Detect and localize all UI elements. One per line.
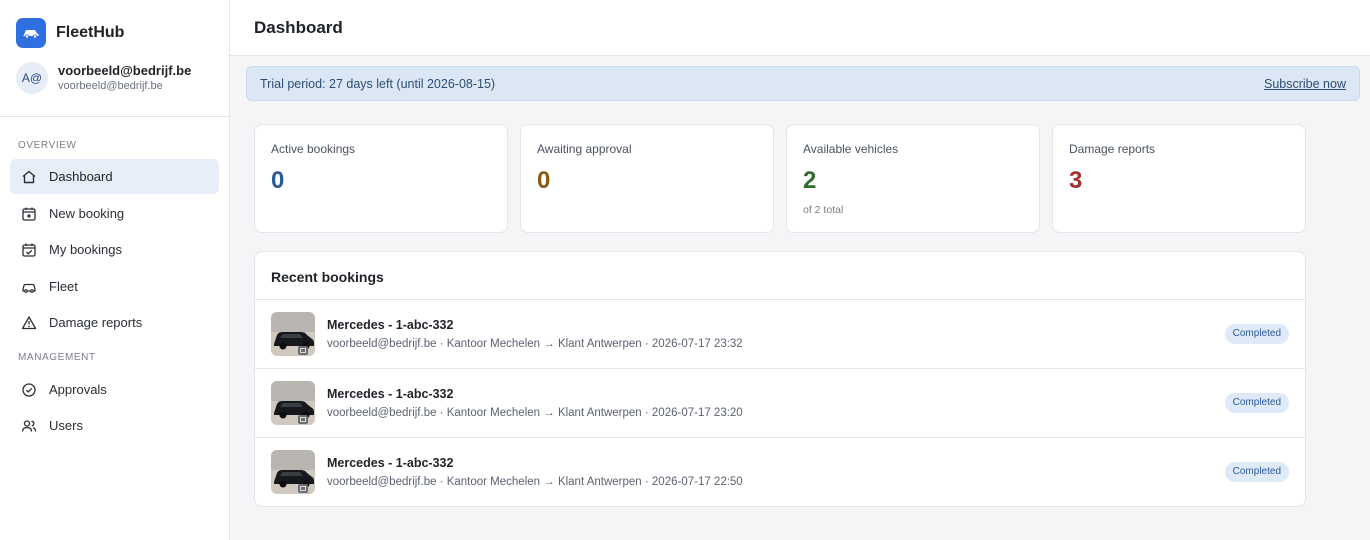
user-email: voorbeeld@bedrijf.be	[58, 80, 163, 92]
warning-icon	[21, 315, 37, 329]
status-badge: Completed	[1224, 324, 1289, 344]
stat-label: Awaiting approval	[537, 142, 632, 156]
stat-value: 3	[1069, 167, 1083, 194]
subscribe-link[interactable]: Subscribe now	[1264, 77, 1346, 91]
sidebar-item-new-booking[interactable]: New booking	[10, 196, 219, 231]
sidebar-item-label: Users	[49, 418, 83, 433]
trial-text: Trial period: 27 days left (until 2026-0…	[260, 77, 496, 91]
recent-bookings-card: Recent bookings Mercedes - 1-abc-332 voo…	[254, 251, 1306, 507]
booking-row[interactable]: Mercedes - 1-abc-332 voorbeeld@bedrijf.b…	[255, 438, 1305, 506]
calendar-plus-icon	[22, 207, 36, 221]
nav-section-management: MANAGEMENT	[18, 352, 96, 363]
stat-value: 0	[271, 167, 285, 194]
stat-sub: of 2 total	[803, 204, 844, 216]
booking-row[interactable]: Mercedes - 1-abc-332 voorbeeld@bedrijf.b…	[255, 300, 1305, 369]
status-badge: Completed	[1224, 462, 1289, 482]
calendar-check-icon	[22, 243, 36, 257]
sidebar-divider	[0, 116, 229, 117]
recent-bookings-title: Recent bookings	[271, 269, 384, 285]
sidebar-item-dashboard[interactable]: Dashboard	[10, 159, 219, 194]
sidebar-item-approvals[interactable]: Approvals	[10, 372, 219, 407]
sidebar-item-fleet[interactable]: Fleet	[10, 269, 219, 304]
user-profile[interactable]: A@ voorbeeld@bedrijf.be voorbeeld@bedrij…	[16, 62, 191, 94]
user-name: voorbeeld@bedrijf.be	[58, 63, 192, 78]
car-icon	[16, 18, 46, 48]
sidebar-item-label: Approvals	[49, 382, 107, 397]
page-title: Dashboard	[254, 18, 343, 37]
sidebar-item-damage-reports[interactable]: Damage reports	[10, 305, 219, 340]
booking-row[interactable]: Mercedes - 1-abc-332 voorbeeld@bedrijf.b…	[255, 369, 1305, 438]
users-icon	[21, 419, 37, 432]
booking-meta: voorbeeld@bedrijf.be · Kantoor Mechelen …	[327, 407, 743, 419]
sidebar-item-label: Dashboard	[49, 169, 113, 184]
avatar: A@	[16, 62, 48, 94]
home-icon	[22, 170, 36, 183]
vehicle-thumbnail	[271, 450, 315, 494]
stat-label: Active bookings	[271, 142, 356, 156]
booking-meta: voorbeeld@bedrijf.be · Kantoor Mechelen …	[327, 338, 743, 350]
nav-section-overview: OVERVIEW	[18, 140, 77, 151]
sidebar: FleetHub A@ voorbeeld@bedrijf.be voorbee…	[0, 0, 230, 540]
stat-value: 2	[803, 167, 817, 194]
sidebar-item-my-bookings[interactable]: My bookings	[10, 232, 219, 267]
booking-meta: voorbeeld@bedrijf.be · Kantoor Mechelen …	[327, 476, 743, 488]
brand[interactable]: FleetHub	[16, 18, 124, 48]
sidebar-item-label: Damage reports	[49, 315, 143, 330]
stat-label: Damage reports	[1069, 142, 1156, 156]
stat-value: 0	[537, 167, 551, 194]
top-bar: Dashboard	[230, 0, 1370, 56]
stat-label: Available vehicles	[803, 142, 899, 156]
stat-card-awaiting-approval: Awaiting approval 0	[520, 124, 774, 233]
sidebar-item-label: My bookings	[49, 242, 122, 257]
trial-banner: Trial period: 27 days left (until 2026-0…	[246, 66, 1360, 101]
brand-name: FleetHub	[56, 24, 125, 41]
sidebar-item-label: Fleet	[49, 279, 78, 294]
car-icon	[22, 283, 36, 293]
vehicle-thumbnail	[271, 312, 315, 356]
booking-title: Mercedes - 1-abc-332	[327, 456, 454, 470]
stat-card-active-bookings: Active bookings 0	[254, 124, 508, 233]
status-badge: Completed	[1224, 393, 1289, 413]
stat-card-available-vehicles: Available vehicles 2 of 2 total	[786, 124, 1040, 233]
booking-title: Mercedes - 1-abc-332	[327, 387, 454, 401]
booking-title: Mercedes - 1-abc-332	[327, 318, 454, 332]
vehicle-thumbnail	[271, 381, 315, 425]
sidebar-item-users[interactable]: Users	[10, 408, 219, 443]
check-circle-icon	[22, 382, 36, 397]
sidebar-item-label: New booking	[49, 206, 125, 221]
stat-card-damage-reports: Damage reports 3	[1052, 124, 1306, 233]
